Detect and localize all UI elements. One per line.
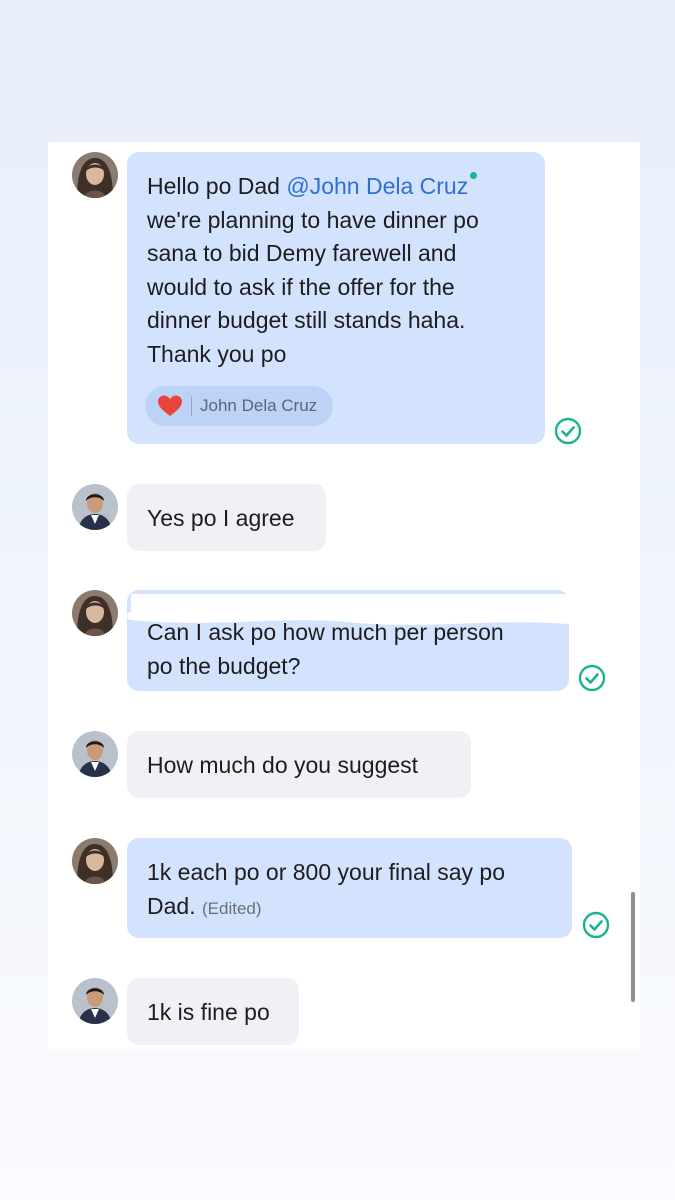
woman-avatar-image [72, 590, 118, 636]
man-avatar-image [72, 731, 118, 777]
woman-avatar-image [72, 152, 118, 198]
message-5-line-1: 1k each po or 800 your final say po [147, 859, 506, 885]
message-1-line-6: Thank you po [147, 340, 287, 367]
woman-avatar[interactable] [72, 152, 118, 198]
reaction-user-name: John Dela Cruz [200, 396, 318, 416]
online-indicator [470, 172, 478, 179]
read-check-icon [554, 417, 582, 445]
man-avatar[interactable] [72, 978, 118, 1024]
message-bubble-2[interactable]: Yes po I agree [127, 484, 326, 551]
message-1-line-2: we're planning to have dinner po [147, 206, 479, 233]
message-1-line-1: Hello po Dad [147, 173, 280, 199]
heart-icon [158, 395, 182, 416]
mention-link[interactable]: @John Dela Cruz [286, 173, 468, 199]
man-avatar-image [72, 978, 118, 1024]
man-avatar-image [72, 484, 118, 530]
redaction-scribble [127, 594, 569, 625]
reaction-separator [191, 396, 192, 416]
message-bubble-5[interactable]: 1k each po or 800 your final say po Dad.… [127, 838, 572, 938]
man-avatar[interactable] [72, 484, 118, 530]
man-avatar[interactable] [72, 731, 118, 777]
message-bubble-4[interactable]: How much do you suggest [127, 731, 471, 798]
message-2-text: Yes po I agree [147, 505, 295, 531]
message-4-text: How much do you suggest [147, 752, 419, 778]
message-1-line-4: would to ask if the offer for the [147, 273, 455, 300]
woman-avatar[interactable] [72, 590, 118, 636]
message-1-line-5: dinner budget still stands haha. [147, 307, 466, 333]
woman-avatar-image [72, 838, 118, 884]
reaction-chip[interactable]: John Dela Cruz [145, 386, 334, 426]
message-1-line-3: sana to bid Demy farewell and [147, 240, 457, 266]
woman-avatar[interactable] [72, 838, 118, 884]
read-check-icon [578, 664, 606, 692]
message-3-text: po the budget? [147, 652, 301, 679]
message-bubble-1[interactable]: Hello po Dad @John Dela Cruz we're plann… [127, 152, 545, 444]
message-bubble-3[interactable]: Can I ask po how much per person po the … [127, 590, 569, 691]
message-6-text: 1k is fine po [147, 999, 270, 1025]
read-check-icon [582, 911, 610, 939]
message-5-line-2: Dad. [147, 892, 196, 919]
scrollbar-thumb[interactable] [631, 892, 635, 1002]
edited-label: (Edited) [201, 898, 262, 918]
message-bubble-6[interactable]: 1k is fine po [127, 978, 299, 1045]
